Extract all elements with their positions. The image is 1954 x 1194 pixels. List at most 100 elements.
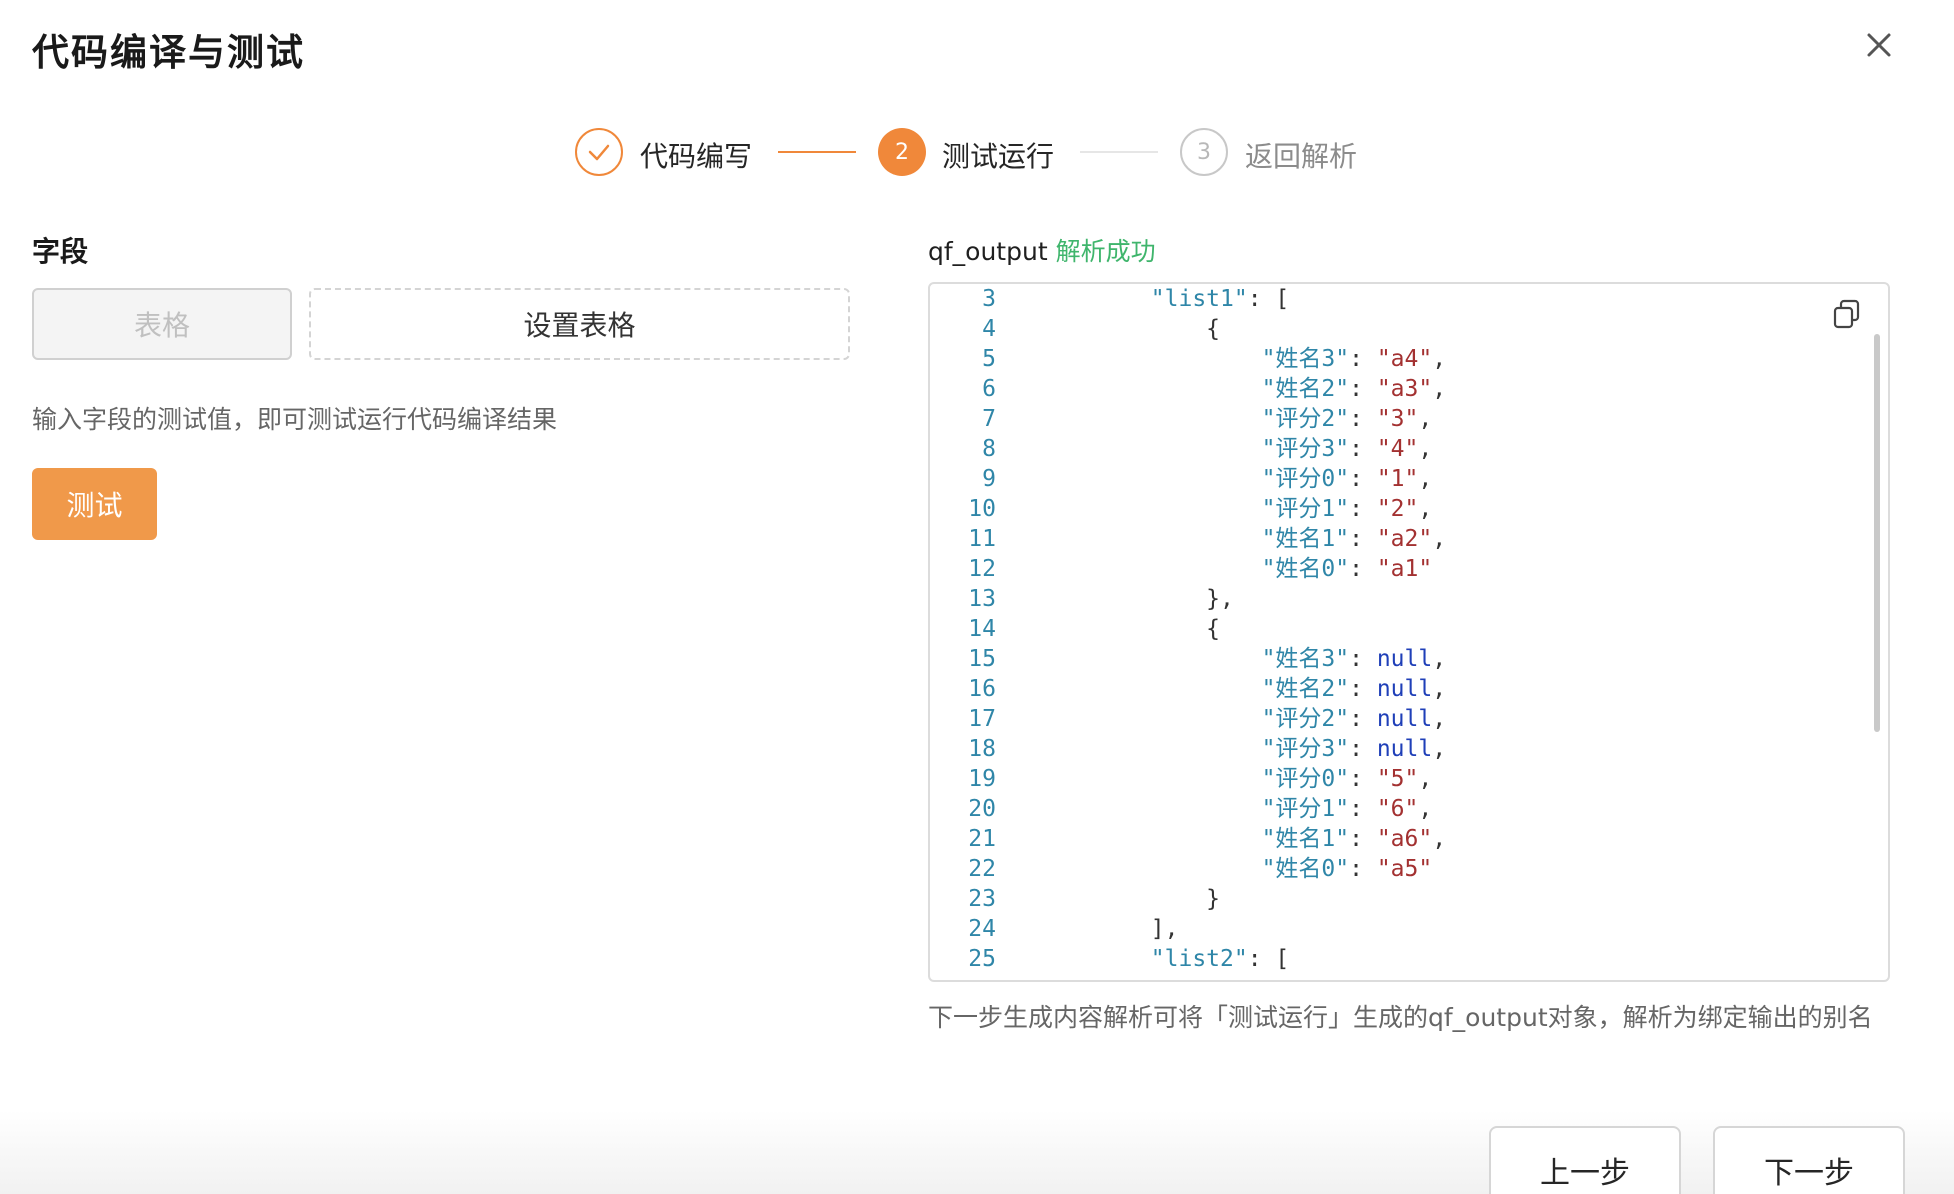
- code-token: "评分0": [1261, 466, 1350, 492]
- line-number: 11: [968, 526, 996, 552]
- line-number: 14: [968, 616, 996, 642]
- code-text: "姓名0": "a5": [1040, 854, 1433, 884]
- code-lines: 3 "list1": [4 {5 "姓名3": "a4", 6 "姓名2": "a…: [930, 284, 1888, 974]
- step-3-pending: 3: [1180, 128, 1228, 176]
- code-token: [: [1275, 946, 1290, 972]
- code-line: 23 }: [930, 884, 1888, 914]
- code-token: {: [1206, 616, 1221, 642]
- code-token: ,: [1418, 766, 1433, 792]
- code-token: :: [1349, 406, 1377, 432]
- code-token: },: [1206, 586, 1234, 612]
- code-line: 21 "姓名1": "a6",: [930, 824, 1888, 854]
- code-token: "2": [1376, 496, 1419, 522]
- code-token: :: [1349, 736, 1377, 762]
- code-token: "a1": [1376, 556, 1433, 582]
- close-icon[interactable]: [1862, 28, 1896, 62]
- code-text: "list2": [: [1040, 944, 1290, 974]
- code-token: "3": [1376, 406, 1419, 432]
- code-token: ,: [1432, 646, 1447, 672]
- step-connector-2: [1080, 151, 1158, 153]
- code-token: :: [1349, 706, 1377, 732]
- code-token: ,: [1432, 706, 1447, 732]
- code-token: :: [1247, 286, 1276, 312]
- copy-icon[interactable]: [1832, 298, 1862, 330]
- code-token: ,: [1418, 406, 1433, 432]
- code-text: "评分0": "5",: [1040, 764, 1433, 794]
- code-text: {: [1040, 314, 1220, 344]
- line-number: 3: [982, 286, 996, 312]
- test-button[interactable]: 测试: [32, 468, 157, 540]
- code-token: "a3": [1376, 376, 1433, 402]
- code-token: "评分1": [1261, 496, 1350, 522]
- table-type-button: 表格: [32, 288, 292, 360]
- next-step-button[interactable]: 下一步: [1713, 1126, 1905, 1194]
- step-1-label: 代码编写: [640, 140, 753, 173]
- code-token: :: [1349, 766, 1377, 792]
- code-token: "姓名2": [1261, 376, 1350, 402]
- step-3-label: 返回解析: [1245, 140, 1358, 173]
- code-token: "5": [1376, 766, 1419, 792]
- code-token: ,: [1418, 796, 1433, 822]
- code-token: "a2": [1376, 526, 1433, 552]
- code-token: "姓名3": [1261, 346, 1350, 372]
- code-token: ,: [1418, 436, 1433, 462]
- code-token: "评分3": [1261, 436, 1350, 462]
- code-token: }: [1206, 886, 1221, 912]
- line-number: 10: [968, 496, 996, 522]
- code-text: "评分2": "3",: [1040, 404, 1433, 434]
- code-token: null: [1376, 676, 1433, 702]
- code-line: 5 "姓名3": "a4",: [930, 344, 1888, 374]
- line-number: 16: [968, 676, 996, 702]
- code-token: "a6": [1376, 826, 1433, 852]
- code-token: null: [1376, 706, 1433, 732]
- setup-table-button[interactable]: 设置表格: [309, 288, 850, 360]
- code-line: 4 {: [930, 314, 1888, 344]
- code-text: "姓名2": "a3",: [1040, 374, 1447, 404]
- code-line: 13 },: [930, 584, 1888, 614]
- check-icon: [588, 144, 610, 161]
- code-token: :: [1247, 946, 1276, 972]
- code-text: "姓名2": null,: [1040, 674, 1447, 704]
- line-number: 8: [982, 436, 996, 462]
- previous-step-button[interactable]: 上一步: [1489, 1126, 1681, 1194]
- code-token: "4": [1376, 436, 1419, 462]
- code-text: "姓名1": "a6",: [1040, 824, 1447, 854]
- code-token: :: [1349, 646, 1377, 672]
- line-number: 19: [968, 766, 996, 792]
- code-scrollbar-thumb[interactable]: [1874, 334, 1880, 732]
- code-token: "评分2": [1261, 706, 1350, 732]
- code-text: "姓名0": "a1": [1040, 554, 1433, 584]
- output-name: qf_output: [928, 237, 1048, 266]
- line-number: 22: [968, 856, 996, 882]
- code-line: 8 "评分3": "4",: [930, 434, 1888, 464]
- line-number: 25: [968, 946, 996, 972]
- code-token: ,: [1432, 736, 1447, 762]
- code-token: null: [1376, 736, 1433, 762]
- code-text: "评分0": "1",: [1040, 464, 1433, 494]
- code-line: 18 "评分3": null,: [930, 734, 1888, 764]
- code-token: :: [1349, 466, 1377, 492]
- code-text: ],: [1040, 914, 1179, 944]
- code-token: ,: [1418, 466, 1433, 492]
- code-text: {: [1040, 614, 1220, 644]
- code-viewer[interactable]: 3 "list1": [4 {5 "姓名3": "a4", 6 "姓名2": "a…: [928, 282, 1890, 982]
- code-token: "list2": [1150, 946, 1248, 972]
- code-line: 6 "姓名2": "a3",: [930, 374, 1888, 404]
- code-token: :: [1349, 796, 1377, 822]
- parse-status: 解析成功: [1055, 237, 1156, 266]
- code-line: 17 "评分2": null,: [930, 704, 1888, 734]
- code-token: :: [1349, 556, 1377, 582]
